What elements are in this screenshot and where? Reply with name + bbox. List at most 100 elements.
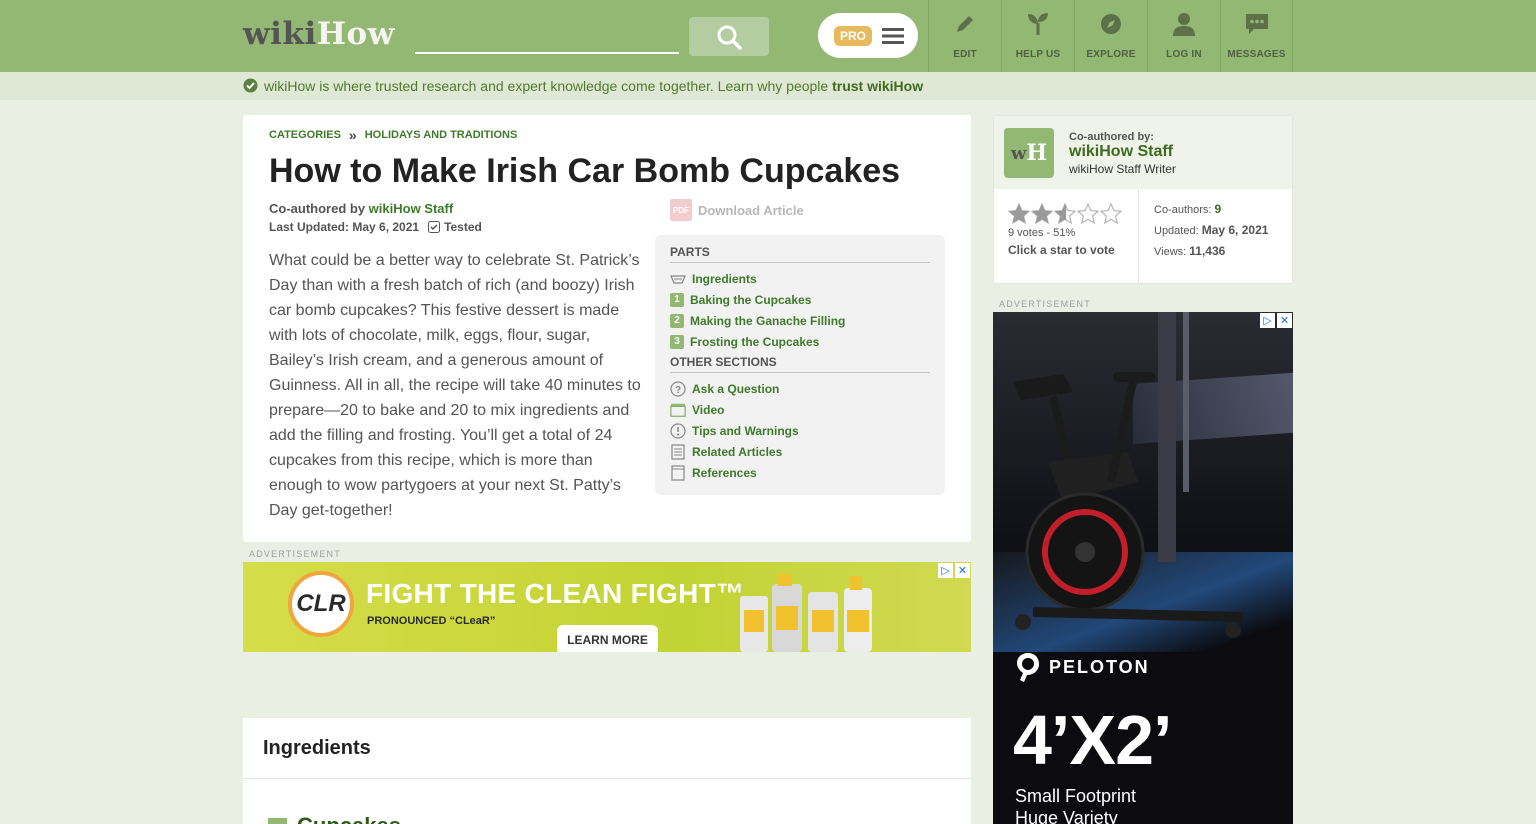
close-ad-icon[interactable]: ✕ [1277,313,1292,328]
avatar-h: H [1026,140,1048,166]
toc-other-label: Tips and Warnings [692,423,799,438]
coauthors-value[interactable]: 9 [1215,202,1222,216]
star-rating[interactable] [1008,203,1122,224]
last-updated-text: Last Updated: May 6, 2021 [269,220,420,234]
toc-part-2[interactable]: 2 Making the Ganache Filling [670,310,930,331]
updated-label: Updated: [1154,225,1202,237]
breadcrumb-categories[interactable]: CATEGORIES [269,129,341,141]
part-number-badge: 2 [670,313,684,328]
toc-video[interactable]: Video [670,399,930,420]
views-label: Views: [1154,246,1190,258]
ad-tagline-line1: Small Footprint [1015,786,1137,806]
breadcrumb-holidays[interactable]: HOLIDAYS AND TRADITIONS [365,129,518,141]
coauthored-label: Co-authored by: [1069,131,1154,143]
byline-author-link[interactable]: wikiHow Staff [369,201,454,216]
author-name-link[interactable]: wikiHow Staff [1069,143,1173,161]
product-bottles-image [740,574,872,652]
wikihow-logo[interactable]: wikiHow [243,16,395,52]
tested-badge[interactable]: Tested [428,220,482,234]
search-input[interactable] [415,18,679,54]
pro-menu-button[interactable]: PRO [818,13,918,58]
checkmark-badge-icon [243,78,258,93]
sidebar-advertisement-label: ADVERTISEMENT [999,299,1091,309]
search-button[interactable] [689,17,769,56]
sidebar-ad-controls: ▷ ✕ [1260,313,1292,328]
peloton-logo: PELOTON [1015,651,1150,683]
download-article-button[interactable]: PDF Download Article [670,199,804,221]
updated-stat: Updated: May 6, 2021 [1154,223,1268,237]
advertisement-label: ADVERTISEMENT [249,549,341,559]
star-icon[interactable] [1100,203,1122,224]
top-nav: EDIT HELP US EXPLORE LOG IN MESSAGES [928,0,1293,72]
vote-prompt[interactable]: Click a star to vote [1008,243,1115,257]
star-icon[interactable] [1031,203,1053,224]
user-icon [1173,13,1195,36]
search-icon [717,25,742,50]
pdf-icon: PDF [670,199,692,221]
byline-prefix: Co-authored by [269,201,369,216]
banner-ad[interactable]: CLR FIGHT THE CLEAN FIGHT™ PRONOUNCED “C… [243,562,971,652]
peloton-mark-icon [1017,653,1039,682]
stats-divider [1138,189,1139,283]
document-icon [671,443,685,460]
page-icon [671,464,685,481]
coauthors-label: Co-authors: [1154,204,1215,216]
toc-ask-question[interactable]: ? Ask a Question [670,378,930,399]
banner-subtext: PRONOUNCED “CLeaR” [367,615,496,627]
exclamation-icon [670,422,686,439]
adchoices-icon[interactable]: ▷ [938,563,953,578]
toc-part-label: Making the Ganache Filling [690,313,846,328]
question-icon: ? [670,380,686,397]
ad-headline: 4’X2’ [1013,701,1172,779]
toc-part-1[interactable]: 1 Baking the Cupcakes [670,289,930,310]
toc-other-label: Related Articles [692,444,783,459]
views-value: 11,436 [1189,244,1226,258]
star-icon[interactable] [1054,203,1076,224]
ingredients-heading: Ingredients [263,737,371,759]
article-intro: What could be a better way to celebrate … [269,252,641,519]
toc-related-articles[interactable]: Related Articles [670,441,930,462]
learn-more-button[interactable]: LEARN MORE [557,625,658,652]
toc-tips-warnings[interactable]: Tips and Warnings [670,420,930,441]
close-ad-icon[interactable]: ✕ [955,563,970,578]
star-icon[interactable] [1008,203,1030,224]
nav-help-us[interactable]: HELP US [1001,0,1074,72]
nav-log-in[interactable]: LOG IN [1147,0,1220,72]
download-label: Download Article [698,202,804,218]
ingredients-card [243,718,971,824]
avatar-w: w [1010,142,1027,164]
toc-item-ingredients[interactable]: Ingredients [670,268,930,289]
nav-edit[interactable]: EDIT [928,0,1001,72]
toc-references[interactable]: References [670,462,930,483]
table-of-contents: PARTS Ingredients 1 Baking the Cupcakes … [655,235,945,495]
views-stat: Views: 11,436 [1154,244,1225,258]
tested-label: Tested [444,220,482,234]
coauthors-stat: Co-authors: 9 [1154,202,1221,216]
nav-explore[interactable]: EXPLORE [1074,0,1147,72]
trust-text: wikiHow is where trusted research and ex… [264,78,833,94]
nav-messages[interactable]: MESSAGES [1220,0,1293,72]
peloton-brand: PELOTON [1049,656,1150,677]
nav-messages-label: MESSAGES [1227,49,1286,60]
pencil-icon [957,16,973,32]
toc-ingredients-label: Ingredients [692,271,757,286]
hamburger-icon [882,27,905,44]
exercise-bike-image [1013,312,1244,638]
author-avatar[interactable]: wH [1004,128,1054,178]
video-icon [670,403,686,417]
star-icon[interactable] [1077,203,1099,224]
pro-badge: PRO [834,25,873,46]
banner-ad-controls: ▷ ✕ [938,563,970,578]
logo-wiki-text: wiki [243,16,317,52]
sprout-icon [1028,13,1048,35]
byline: Co-authored by wikiHow Staff [269,201,453,216]
adchoices-icon[interactable]: ▷ [1260,313,1275,328]
ad-tagline-line2: Huge Variety [1015,808,1118,824]
bowl-icon [670,274,686,284]
toc-part-label: Baking the Cupcakes [690,292,812,307]
chat-icon [1245,14,1268,34]
page-title: How to Make Irish Car Bomb Cupcakes [269,152,901,190]
updated-value: May 6, 2021 [1201,223,1269,237]
trust-link[interactable]: trust wikiHow [832,78,923,94]
toc-part-3[interactable]: 3 Frosting the Cupcakes [670,331,930,352]
